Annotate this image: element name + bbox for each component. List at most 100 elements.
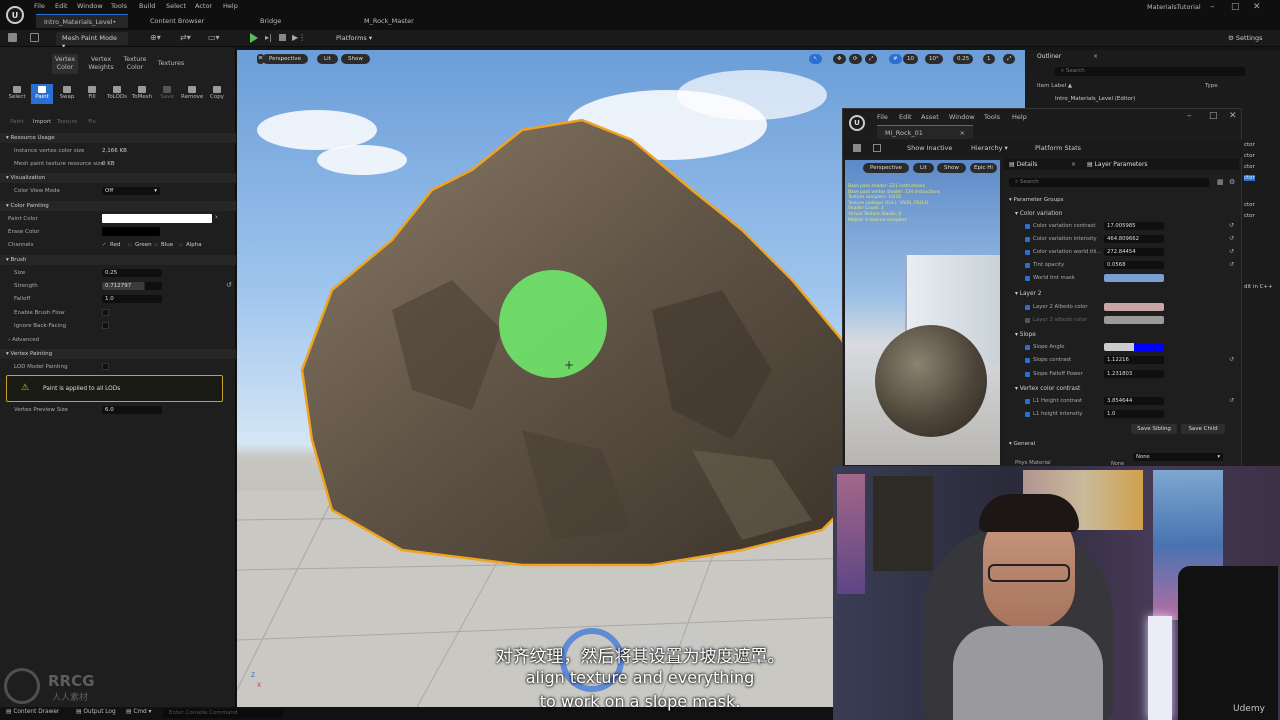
import-tool[interactable]: Import [31,109,53,127]
translate-icon[interactable]: ✥ [833,54,846,64]
maximize-icon[interactable]: □ [1209,111,1218,121]
details-tab[interactable]: ▤ Details [1009,161,1037,168]
select-tool[interactable]: Select [6,84,28,104]
check-icon[interactable] [1025,224,1030,229]
content-drawer-button[interactable]: ▤ Content Drawer [6,709,59,715]
param-value-input[interactable]: 0.0568 [1104,261,1164,269]
reset-icon[interactable]: ↺ [1229,248,1234,255]
tab-mi-rock-01[interactable]: MI_Rock_01 × [877,125,973,139]
check-icon[interactable] [1025,412,1030,417]
tab-m-rock-master[interactable]: M_Rock_Master [356,14,446,28]
section-brush[interactable]: ▾ Brush [0,255,236,265]
platform-stats-button[interactable]: Platform Stats [1029,142,1099,155]
table-view-icon[interactable]: ▦ [1217,178,1224,186]
unreal-logo-icon[interactable]: U [849,115,865,131]
show-button[interactable]: Show [341,54,370,64]
show-inactive-button[interactable]: Show Inactive [901,142,961,155]
play-icon[interactable] [250,33,258,43]
check-icon[interactable] [1025,263,1030,268]
reset-icon[interactable]: ↺ [1229,261,1234,268]
platforms-button[interactable]: Platforms ▾ [330,32,380,45]
mat-menu-help[interactable]: Help [1012,113,1027,121]
fill-tool[interactable]: Fill [81,84,103,104]
check-icon[interactable] [1025,276,1030,281]
gear-icon[interactable]: ⚙ [1229,178,1235,186]
browse-icon[interactable] [30,33,39,42]
preview-lit-button[interactable]: Lit [913,163,934,173]
details-close-icon[interactable]: × [1071,161,1076,168]
menu-file[interactable]: File [34,2,45,10]
group-slope[interactable]: ▾ Slope [1003,329,1239,341]
section-visualization[interactable]: ▾ Visualization [0,173,236,183]
close-icon[interactable]: ✕ [1253,2,1261,12]
step-icon[interactable]: ▸| [265,33,272,42]
check-icon[interactable] [1025,318,1030,323]
menu-build[interactable]: Build [139,2,155,10]
section-resource-usage[interactable]: ▾ Resource Usage [0,133,236,143]
texture-tool[interactable]: Texture [56,109,78,127]
arrow-right-icon[interactable]: › [215,213,218,221]
tab-vertex-color[interactable]: Vertex Color [52,54,78,74]
tab-close-icon[interactable]: × [960,129,965,137]
tab-bridge[interactable]: Bridge [252,14,312,28]
outliner-search-input[interactable]: ⌕ Search [1055,67,1245,76]
edit-cpp-link[interactable]: dit in C++ [1244,284,1273,290]
check-icon[interactable] [1025,358,1030,363]
vertex-preview-input[interactable]: 6.0 [102,406,162,414]
cinematics-icon[interactable]: ▭▾ [208,33,220,42]
save-icon[interactable] [853,144,861,152]
console-input[interactable]: Enter Console Command [163,709,283,718]
ignore-backfacing-checkbox[interactable] [102,322,109,329]
layer3-albedo-swatch[interactable] [1104,316,1164,324]
stop-icon[interactable] [279,34,286,41]
general-section[interactable]: ▾ General [1003,438,1239,450]
check-icon[interactable] [1025,399,1030,404]
tab-textures[interactable]: Textures [155,54,187,74]
add-actor-icon[interactable]: ⊕▾ [150,33,161,42]
paint-color-swatch[interactable] [102,214,212,223]
falloff-input[interactable]: 1.0 [102,295,162,303]
mode-select[interactable]: Mesh Paint Mode ▾ [56,32,128,50]
size-input[interactable]: 0.25 [102,269,162,277]
check-icon[interactable] [1025,305,1030,310]
menu-window[interactable]: Window [77,2,103,10]
menu-edit[interactable]: Edit [55,2,68,10]
channel-green-check[interactable]: ▫ [128,242,132,248]
material-preview-viewport[interactable]: Perspective Lit Show Epic Hi Base pass s… [845,160,1000,465]
preview-show-button[interactable]: Show [937,163,966,173]
group-color-variation[interactable]: ▾ Color variation [1003,208,1239,220]
menu-tools[interactable]: Tools [111,2,127,10]
save-sibling-button[interactable]: Save Sibling [1131,424,1177,434]
remove-tool[interactable]: Remove [181,84,203,104]
menu-actor[interactable]: Actor [195,2,212,10]
details-search-input[interactable]: ⌕ Search [1009,178,1209,187]
scale-icon[interactable]: ⤢ [865,54,878,64]
perspective-button[interactable]: Perspective [262,54,308,64]
advanced-expander[interactable]: › Advanced [0,335,236,345]
angle-snap-value[interactable]: 10° [925,54,943,64]
check-icon[interactable] [1025,250,1030,255]
settings-button[interactable]: ⚙ Settings [1222,32,1272,45]
tab-texture-color[interactable]: Texture Color [120,54,150,74]
mat-menu-asset[interactable]: Asset [921,113,939,121]
phys-material-select[interactable]: None ▾ [1133,453,1223,461]
tab-intro-materials-level[interactable]: Intro_Materials_Level• [36,14,128,28]
mat-menu-window[interactable]: Window [949,113,975,121]
hierarchy-button[interactable]: Hierarchy ▾ [965,142,1025,155]
param-value-input[interactable]: 1.231803 [1104,370,1164,378]
section-color-painting[interactable]: ▾ Color Painting [0,201,236,211]
swap-tool[interactable]: Swap [56,84,78,104]
strength-input[interactable]: 0.712797 [102,282,162,290]
preview-perspective-button[interactable]: Perspective [863,163,909,173]
lit-button[interactable]: Lit [317,54,338,64]
world-tint-swatch[interactable] [1104,274,1164,282]
output-log-button[interactable]: ▤ Output Log [76,709,116,715]
eject-icon[interactable]: ▶⋮ [292,33,306,42]
param-value-input[interactable]: 1.12216 [1104,356,1164,364]
reset-icon[interactable]: ↺ [226,281,232,289]
col-item-label[interactable]: Item Label ▲ [1037,83,1072,89]
tolods-tool[interactable]: ToLODs [106,84,128,104]
tomesh-tool[interactable]: ToMesh [131,84,153,104]
brush-flow-checkbox[interactable] [102,309,109,316]
maximize-icon[interactable]: □ [1231,2,1240,12]
